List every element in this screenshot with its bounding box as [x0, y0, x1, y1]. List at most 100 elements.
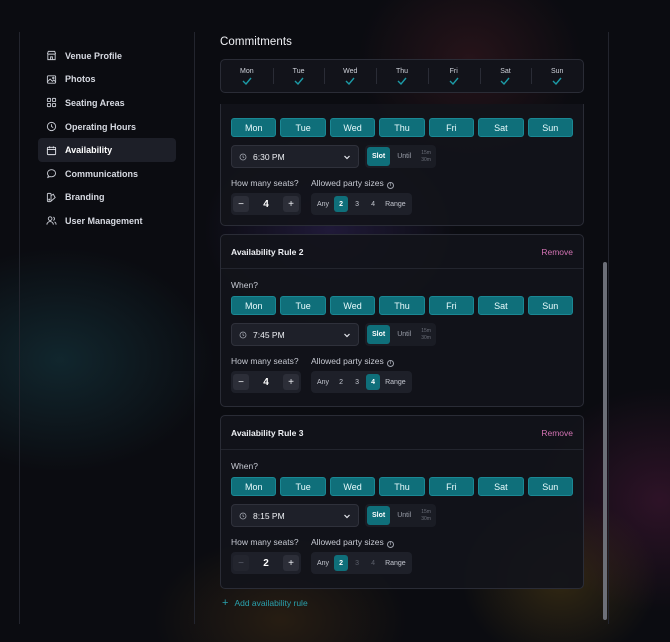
day-toggle-tue[interactable]: Tue — [280, 296, 326, 315]
party-option-3[interactable]: 3 — [350, 196, 364, 212]
party-option-2[interactable]: 2 — [334, 555, 349, 571]
seats-stepper: − 4 + — [231, 193, 301, 215]
rule-day-picker: Mon Tue Wed Thu Fri Sat Sun — [221, 296, 583, 315]
day-toggle-sun[interactable]: Sun — [527, 118, 573, 137]
decrement-button[interactable]: − — [233, 374, 249, 390]
day-toggle-tue[interactable]: Tue — [280, 477, 326, 496]
sidebar-item-label: Availability — [65, 145, 113, 156]
scrollbar-thumb[interactable] — [603, 262, 607, 620]
sidebar-item-branding[interactable]: Branding — [38, 186, 176, 210]
increment-button[interactable]: + — [283, 374, 299, 390]
day-toggle-sat[interactable]: Sat — [478, 296, 524, 315]
remove-rule-button[interactable]: Remove — [541, 247, 573, 257]
day-toggle-wed[interactable]: Wed — [329, 477, 376, 496]
day-label: Thu — [395, 67, 409, 75]
day-toggle-fri[interactable]: Fri — [428, 477, 475, 496]
chevron-down-icon — [344, 155, 350, 159]
sidebar-item-communications[interactable]: Communications — [38, 162, 176, 186]
increment-button[interactable]: + — [283, 196, 299, 212]
party-option-any[interactable]: Any — [314, 555, 332, 571]
mode-slot-button[interactable]: Slot — [367, 325, 391, 344]
seat-controls-row: − 4 + Any 2 3 4 Range — [221, 371, 583, 393]
info-icon[interactable]: i — [386, 182, 394, 189]
remove-rule-button[interactable]: Remove — [541, 428, 573, 438]
sidebar-item-label: User Management — [65, 215, 143, 226]
party-option-2[interactable]: 2 — [334, 196, 349, 212]
party-option-2[interactable]: 2 — [334, 374, 348, 390]
day-toggle-fri[interactable]: Fri — [428, 118, 475, 137]
interval-30-label: 30m — [421, 156, 431, 163]
day-toggle-sat[interactable]: Sat — [478, 477, 524, 496]
party-option-range[interactable]: Range — [382, 374, 409, 390]
day-toggle-sun[interactable]: Sun — [527, 477, 573, 496]
mode-until-button[interactable]: Until — [392, 506, 416, 525]
seat-controls-row: − 4 + Any 2 3 4 Range — [221, 193, 583, 215]
party-sizes-text: Allowed party sizes — [311, 356, 384, 366]
sidebar-item-label: Branding — [65, 192, 105, 203]
time-mode-toggle: Slot Until 15m 30m — [365, 145, 436, 168]
commitment-day-sat: Sat — [479, 60, 532, 92]
day-toggle-fri[interactable]: Fri — [428, 296, 475, 315]
users-icon — [46, 216, 57, 226]
when-label: When? — [231, 280, 258, 290]
day-toggle-mon[interactable]: Mon — [231, 118, 277, 137]
clock-icon — [46, 121, 57, 132]
sidebar-item-seating-areas[interactable]: Seating Areas — [38, 91, 176, 115]
sidebar-item-user-management[interactable]: User Management — [38, 209, 176, 233]
day-toggle-tue[interactable]: Tue — [280, 118, 326, 137]
party-option-any[interactable]: Any — [314, 196, 332, 212]
interval-options[interactable]: 15m 30m — [418, 506, 434, 525]
sidebar-item-operating-hours[interactable]: Operating Hours — [38, 115, 176, 139]
rule-day-picker: Mon Tue Wed Thu Fri Sat Sun — [221, 118, 583, 137]
sidebar-item-venue-profile[interactable]: Venue Profile — [38, 44, 176, 68]
party-option-range[interactable]: Range — [382, 555, 409, 571]
time-select[interactable]: 8:15 PM — [231, 504, 359, 527]
interval-options[interactable]: 15m 30m — [418, 325, 434, 344]
party-option-any[interactable]: Any — [314, 374, 332, 390]
party-option-3[interactable]: 3 — [350, 374, 364, 390]
seat-labels-row: How many seats? Allowed party sizes i — [221, 537, 583, 548]
day-toggle-wed[interactable]: Wed — [329, 118, 376, 137]
check-icon — [397, 77, 407, 85]
party-option-3[interactable]: 3 — [350, 555, 364, 571]
time-value: 8:15 PM — [253, 510, 285, 521]
time-mode-toggle: Slot Until 15m 30m — [365, 504, 436, 527]
increment-button[interactable]: + — [283, 555, 299, 571]
rules-scroll-area[interactable]: Mon Tue Wed Thu Fri Sat Sun 6:30 PM Slot… — [220, 104, 584, 624]
party-size-options: Any 2 3 4 Range — [311, 193, 412, 215]
day-label: Tue — [292, 67, 305, 75]
day-toggle-thu[interactable]: Thu — [379, 118, 425, 137]
grid-icon — [46, 98, 57, 108]
info-icon[interactable]: i — [386, 360, 394, 367]
day-toggle-thu[interactable]: Thu — [379, 296, 425, 315]
party-option-4[interactable]: 4 — [366, 374, 381, 390]
day-toggle-mon[interactable]: Mon — [231, 477, 277, 496]
mode-until-button[interactable]: Until — [392, 325, 416, 344]
info-icon[interactable]: i — [386, 541, 394, 548]
party-option-4[interactable]: 4 — [366, 196, 380, 212]
sidebar-item-availability[interactable]: Availability — [38, 138, 176, 162]
day-toggle-mon[interactable]: Mon — [231, 296, 277, 315]
check-icon — [242, 77, 252, 85]
commitment-day-mon: Mon — [221, 60, 273, 92]
party-option-4[interactable]: 4 — [366, 555, 380, 571]
decrement-button[interactable]: − — [233, 196, 249, 212]
mode-slot-button[interactable]: Slot — [367, 506, 391, 525]
time-select[interactable]: 7:45 PM — [231, 323, 359, 346]
day-toggle-thu[interactable]: Thu — [379, 477, 425, 496]
decrement-button[interactable]: − — [233, 555, 249, 571]
sidebar-item-photos[interactable]: Photos — [38, 68, 176, 92]
party-option-range[interactable]: Range — [382, 196, 409, 212]
day-toggle-sat[interactable]: Sat — [478, 118, 524, 137]
settings-sidebar: Venue Profile Photos Seating Areas Opera… — [38, 44, 176, 233]
add-rule-button[interactable]: + Add availability rule — [222, 598, 308, 609]
interval-options[interactable]: 15m 30m — [418, 147, 434, 166]
left-divider — [19, 32, 20, 624]
day-toggle-sun[interactable]: Sun — [527, 296, 573, 315]
mode-until-button[interactable]: Until — [392, 147, 416, 166]
seats-label: How many seats? — [231, 178, 299, 188]
time-select[interactable]: 6:30 PM — [231, 145, 359, 168]
day-toggle-wed[interactable]: Wed — [329, 296, 376, 315]
party-sizes-label: Allowed party sizes i — [311, 178, 394, 189]
mode-slot-button[interactable]: Slot — [367, 147, 391, 166]
